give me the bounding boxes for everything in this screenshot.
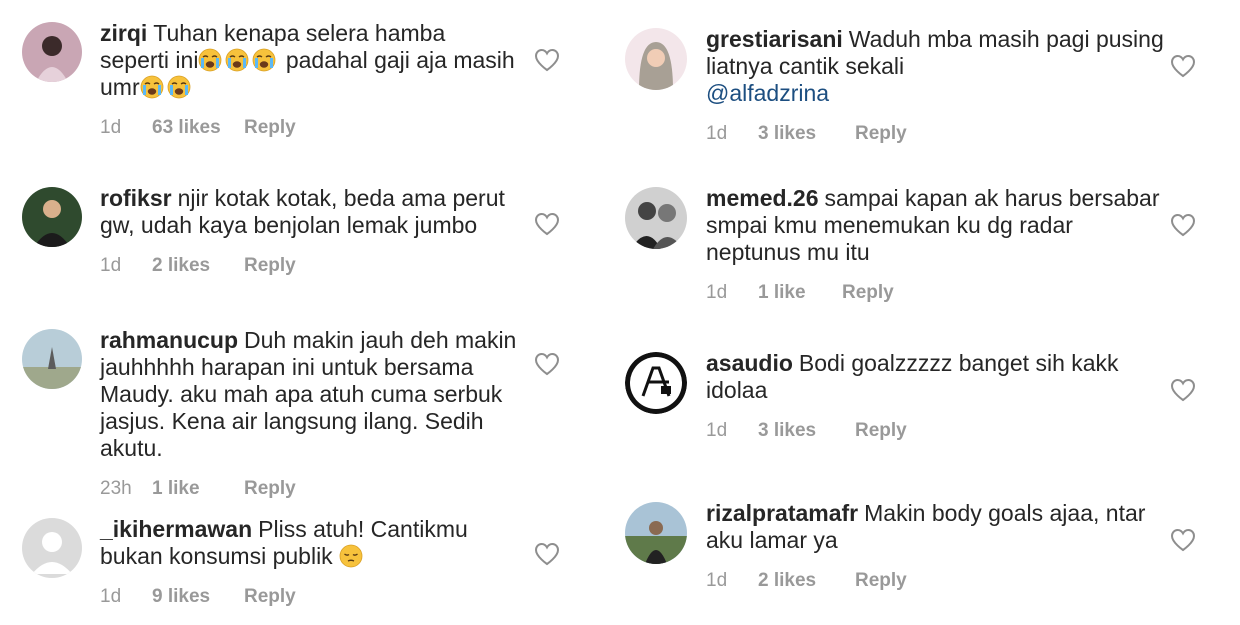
avatar[interactable] — [22, 329, 82, 389]
avatar[interactable] — [625, 352, 687, 414]
loudly-crying-face-emoji — [252, 48, 276, 72]
reply-button[interactable]: Reply — [842, 282, 894, 304]
reply-button[interactable]: Reply — [855, 420, 907, 442]
comment-time: 1d — [100, 586, 122, 607]
comment-time: 1d — [706, 570, 728, 591]
comment-time: 1d — [706, 282, 728, 303]
reply-button[interactable]: Reply — [855, 570, 907, 592]
avatar[interactable] — [22, 187, 82, 247]
loudly-crying-face-emoji — [140, 75, 164, 99]
comment-username[interactable]: zirqi — [100, 20, 147, 46]
comment-time: 23h — [100, 478, 132, 499]
heart-outline-icon[interactable] — [534, 352, 560, 376]
comment-time: 1d — [100, 255, 122, 276]
avatar[interactable] — [625, 502, 687, 564]
avatar[interactable] — [625, 187, 687, 249]
comment-username[interactable]: memed.26 — [706, 185, 819, 211]
comment-likes[interactable]: 1 like — [758, 282, 842, 304]
heart-outline-icon[interactable] — [534, 48, 560, 72]
comment-username[interactable]: asaudio — [706, 350, 793, 376]
heart-outline-icon[interactable] — [1170, 378, 1196, 402]
reply-button[interactable]: Reply — [244, 478, 296, 500]
comment-username[interactable]: rofiksr — [100, 185, 172, 211]
pensive-face-emoji — [339, 544, 363, 568]
heart-outline-icon[interactable] — [1170, 54, 1196, 78]
comments-column-right: grestiarisani Waduh mba masih pagi pusing… — [604, 0, 1224, 625]
comment-likes[interactable]: 9 likes — [152, 586, 244, 608]
comments-column-left: zirqi Tuhan kenapa selera hamba seperti i… — [0, 0, 590, 625]
comment-username[interactable]: grestiarisani — [706, 26, 843, 52]
loudly-crying-face-emoji — [225, 48, 249, 72]
reply-button[interactable]: Reply — [855, 123, 907, 145]
mention-link[interactable]: @alfadzrina — [706, 80, 829, 106]
comment-time: 1d — [100, 117, 122, 138]
comment-likes[interactable]: 2 likes — [152, 255, 244, 277]
comment-likes[interactable]: 3 likes — [758, 123, 855, 145]
avatar[interactable] — [625, 28, 687, 90]
reply-button[interactable]: Reply — [244, 255, 296, 277]
heart-outline-icon[interactable] — [534, 212, 560, 236]
reply-button[interactable]: Reply — [244, 117, 296, 139]
loudly-crying-face-emoji — [167, 75, 191, 99]
heart-outline-icon[interactable] — [1170, 213, 1196, 237]
comment-time: 1d — [706, 123, 728, 144]
avatar[interactable] — [22, 518, 82, 578]
heart-outline-icon[interactable] — [1170, 528, 1196, 552]
comment-username[interactable]: rahmanucup — [100, 327, 238, 353]
loudly-crying-face-emoji — [198, 48, 222, 72]
avatar[interactable] — [22, 22, 82, 82]
comment-time: 1d — [706, 420, 728, 441]
heart-outline-icon[interactable] — [534, 542, 560, 566]
comment-likes[interactable]: 3 likes — [758, 420, 855, 442]
comment-username[interactable]: rizalpratamafr — [706, 500, 858, 526]
reply-button[interactable]: Reply — [244, 586, 296, 608]
comment-likes[interactable]: 1 like — [152, 478, 244, 500]
comment-username[interactable]: _ikihermawan — [100, 516, 252, 542]
comment-likes[interactable]: 2 likes — [758, 570, 855, 592]
comment-likes[interactable]: 63 likes — [152, 117, 244, 139]
